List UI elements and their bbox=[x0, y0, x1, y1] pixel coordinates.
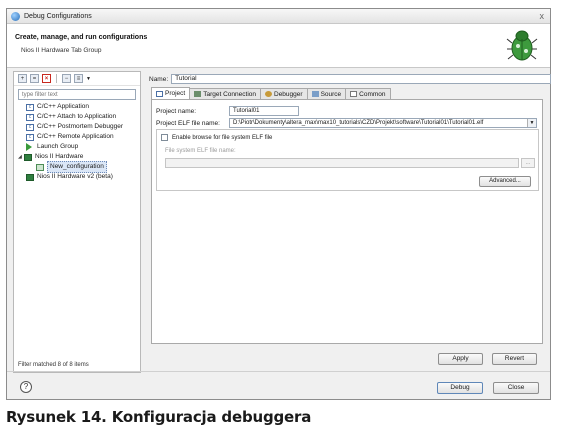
new-configuration-icon[interactable]: + bbox=[18, 74, 27, 83]
fs-elf-label: File system ELF file name: bbox=[165, 148, 236, 154]
elf-file-combo[interactable]: D:\Piotr\Dokumenty\altera_max\max10_tuto… bbox=[229, 118, 537, 128]
header-subtitle: Nios II Hardware Tab Group bbox=[21, 47, 102, 54]
apply-button[interactable]: Apply bbox=[438, 353, 483, 365]
config-icon bbox=[36, 163, 44, 171]
tab-common[interactable]: Common bbox=[345, 88, 391, 99]
file-system-elf-group: Enable browse for file system ELF file F… bbox=[156, 129, 539, 191]
tree-item-cpp-postmortem[interactable]: c C/C++ Postmortem Debugger bbox=[18, 122, 140, 132]
enable-browse-label: Enable browse for file system ELF file bbox=[172, 134, 273, 141]
enable-browse-checkbox[interactable] bbox=[161, 134, 168, 141]
tab-source[interactable]: Source bbox=[306, 88, 347, 99]
launch-icon bbox=[26, 143, 34, 151]
elf-file-row: Project ELF file name: D:\Piotr\Dokument… bbox=[156, 118, 537, 128]
tab-bar: Project Target Connection Debugger Sourc… bbox=[151, 87, 391, 99]
target-connection-icon bbox=[194, 91, 202, 97]
delete-icon[interactable]: × bbox=[42, 74, 51, 83]
left-toolbar: + = × − ≡ ▼ bbox=[14, 72, 140, 86]
project-name-combo[interactable]: Tutorial01 bbox=[229, 106, 299, 116]
name-row: Name: Tutorial bbox=[149, 74, 552, 84]
cpp-icon: c bbox=[26, 113, 34, 121]
tree-item-cpp-application[interactable]: c C/C++ Application bbox=[18, 102, 140, 112]
filter-icon[interactable]: ≡ bbox=[74, 74, 83, 83]
chevron-down-icon[interactable]: ▼ bbox=[527, 119, 536, 127]
title-bar: Debug Configurations x bbox=[7, 9, 550, 24]
filter-status: Filter matched 8 of 8 items bbox=[18, 362, 89, 368]
configuration-list-panel: + = × − ≡ ▼ type filter text c C/C++ App… bbox=[13, 71, 141, 373]
chevron-down-icon[interactable]: ▼ bbox=[86, 76, 91, 82]
close-window-icon[interactable]: x bbox=[540, 11, 545, 21]
figure-caption: Rysunek 14. Konfiguracja debuggera bbox=[6, 408, 312, 426]
debug-bug-icon bbox=[506, 30, 538, 61]
tab-target-connection[interactable]: Target Connection bbox=[189, 88, 261, 99]
name-input[interactable]: Tutorial bbox=[171, 74, 552, 84]
revert-button[interactable]: Revert bbox=[492, 353, 537, 365]
cpp-icon: c bbox=[26, 123, 34, 131]
project-icon bbox=[156, 90, 163, 97]
tree-item-cpp-remote[interactable]: c C/C++ Remote Application bbox=[18, 132, 140, 142]
elf-file-label: Project ELF file name: bbox=[156, 119, 220, 127]
toolbar-divider bbox=[56, 74, 57, 83]
tree-item-cpp-attach[interactable]: c C/C++ Attach to Application bbox=[18, 112, 140, 122]
footer-divider bbox=[7, 371, 550, 372]
close-button[interactable]: Close bbox=[493, 382, 539, 394]
project-name-row: Project name: Tutorial01 bbox=[156, 106, 299, 116]
cpp-icon: c bbox=[26, 103, 34, 111]
cpp-icon: c bbox=[26, 133, 34, 141]
fs-elf-input bbox=[165, 158, 519, 168]
duplicate-icon[interactable]: = bbox=[30, 74, 39, 83]
tree-item-new-configuration[interactable]: New_configuration bbox=[18, 161, 140, 173]
debug-button[interactable]: Debug bbox=[437, 382, 483, 394]
tree-item-nios-hardware-v2[interactable]: Nios II Hardware v2 (beta) bbox=[18, 172, 140, 182]
name-label: Name: bbox=[149, 75, 169, 83]
tab-project[interactable]: Project bbox=[151, 87, 191, 99]
dialog-header: Create, manage, and run configurations N… bbox=[7, 24, 550, 68]
nios-icon bbox=[24, 153, 32, 161]
configuration-tree: c C/C++ Application c C/C++ Attach to Ap… bbox=[14, 102, 140, 182]
window-title: Debug Configurations bbox=[24, 12, 92, 20]
collapse-all-icon[interactable]: − bbox=[62, 74, 71, 83]
common-icon bbox=[350, 91, 358, 97]
browse-button: ... bbox=[521, 158, 535, 168]
debug-configurations-dialog: Debug Configurations x Create, manage, a… bbox=[6, 8, 552, 400]
advanced-button[interactable]: Advanced... bbox=[479, 176, 531, 187]
source-icon bbox=[311, 91, 319, 97]
enable-browse-checkbox-row[interactable]: Enable browse for file system ELF file bbox=[161, 134, 272, 141]
filter-input[interactable]: type filter text bbox=[18, 89, 136, 100]
header-title: Create, manage, and run configurations bbox=[15, 34, 148, 41]
nios-icon bbox=[26, 173, 34, 181]
project-tab-panel: Project name: Tutorial01 Project ELF fil… bbox=[151, 99, 543, 344]
configuration-editor: Name: Tutorial Project Target Connection… bbox=[145, 71, 552, 373]
eclipse-icon bbox=[11, 11, 20, 21]
project-name-label: Project name: bbox=[156, 107, 197, 115]
tree-item-launch-group[interactable]: Launch Group bbox=[18, 142, 140, 152]
debugger-icon bbox=[265, 91, 272, 97]
tab-debugger[interactable]: Debugger bbox=[260, 88, 308, 99]
help-icon[interactable]: ? bbox=[20, 381, 32, 393]
